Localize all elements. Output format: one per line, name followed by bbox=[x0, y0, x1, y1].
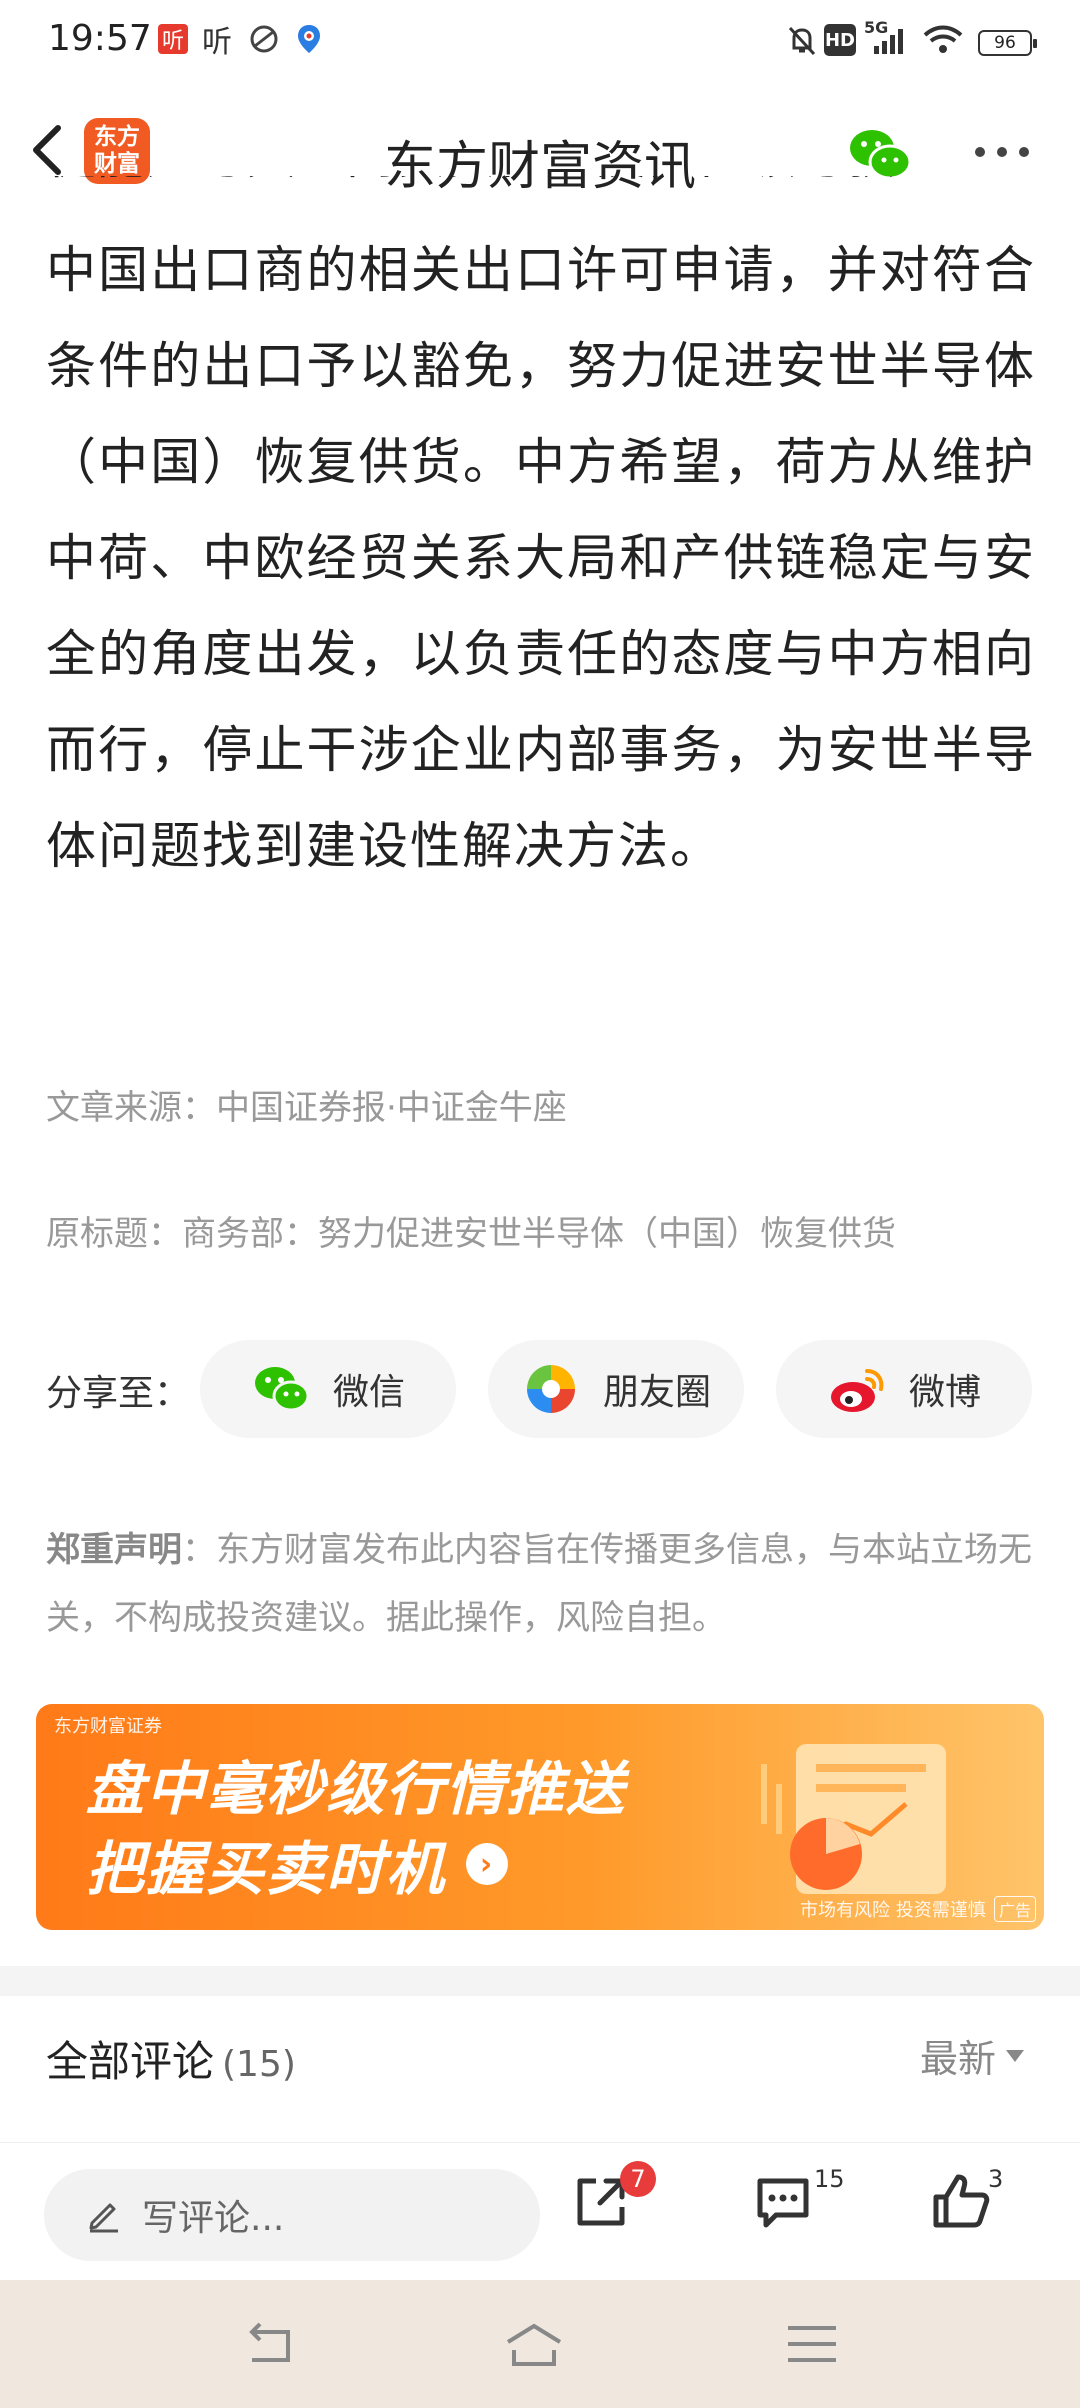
article-source: 文章来源：中国证券报·中证金牛座 bbox=[46, 1088, 567, 1128]
caret-down-icon bbox=[1006, 2049, 1025, 2062]
disclaimer-text: ：东方财富发布此内容旨在传播更多信息，与本站立场无关，不构成投资建议。据此操作，… bbox=[46, 1530, 1032, 1638]
system-nav-bar bbox=[0, 2280, 1080, 2408]
original-title: 原标题：商务部：努力促进安世半导体（中国）恢复供货 bbox=[46, 1214, 896, 1254]
ad-label: 广告 bbox=[994, 1896, 1037, 1922]
share-weibo-button[interactable]: 微博 bbox=[776, 1340, 1032, 1438]
sort-label: 最新 bbox=[920, 2037, 997, 2081]
system-home-icon[interactable] bbox=[504, 2320, 564, 2370]
banner-brand: 东方财富证券 bbox=[54, 1716, 162, 1737]
share-badge: 7 bbox=[620, 2161, 656, 2197]
comments-title: 全部评论 bbox=[46, 2037, 215, 2086]
disclaimer: 郑重声明：东方财富发布此内容旨在传播更多信息，与本站立场无关，不构成投资建议。据… bbox=[46, 1516, 1036, 1652]
wechat-icon bbox=[254, 1367, 310, 1412]
like-action-button[interactable]: 3 bbox=[930, 2165, 1003, 2251]
share-moments-label: 朋友圈 bbox=[602, 1372, 711, 1413]
system-menu-icon[interactable] bbox=[782, 2320, 842, 2370]
share-wechat-button[interactable]: 微信 bbox=[200, 1340, 456, 1438]
moments-icon bbox=[526, 1365, 575, 1413]
section-divider bbox=[0, 1966, 1080, 1996]
comments-heading: 全部评论 (15) bbox=[46, 2028, 296, 2089]
ting-outline-icon: 听 bbox=[202, 25, 232, 60]
share-action-button[interactable]: 7 bbox=[570, 2161, 656, 2251]
wifi-icon bbox=[923, 25, 963, 53]
article-cut-line: 徒能是与具全问实实在起展，但领与获 bbox=[46, 176, 1036, 222]
pencil-icon bbox=[89, 2203, 118, 2233]
ting-app-icon: 听 bbox=[158, 24, 188, 54]
hd-icon: HD bbox=[824, 24, 856, 56]
mute-bell-icon bbox=[788, 26, 816, 56]
leaf-icon bbox=[248, 22, 280, 56]
comments-count: (15) bbox=[222, 2044, 296, 2085]
location-pin-icon bbox=[294, 22, 324, 56]
share-label: 分享至： bbox=[46, 1373, 191, 1414]
disclaimer-title: 郑重声明 bbox=[46, 1530, 182, 1570]
article-cut-text: 徒能是与具全问实实在起展，但领与获 bbox=[46, 176, 1036, 204]
share-wechat-label: 微信 bbox=[332, 1372, 405, 1413]
signal-5g-icon: 5G bbox=[864, 18, 908, 56]
banner-headline-1: 盘中毫秒级行情推送 bbox=[86, 1755, 627, 1823]
status-time: 19:57 bbox=[48, 18, 152, 59]
banner-headline-2: 把握买卖时机 › bbox=[86, 1822, 509, 1906]
status-bar: 19:57 听 听 HD 5G 96 bbox=[0, 0, 1080, 80]
banner-arrow-icon: › bbox=[466, 1843, 509, 1885]
bottom-action-bar: 写评论... 7 15 3 bbox=[0, 2142, 1080, 2281]
comment-action-button[interactable]: 15 bbox=[752, 2165, 845, 2251]
article-body: 中国出口商的相关出口许可申请，并对符合条件的出口予以豁免，努力促进安世半导体（中… bbox=[46, 241, 1036, 875]
banner-risk-note: 市场有风险 投资需谨慎 bbox=[800, 1900, 986, 1921]
system-back-icon[interactable] bbox=[240, 2320, 300, 2370]
write-comment-placeholder: 写评论... bbox=[142, 2198, 285, 2239]
more-options-icon[interactable] bbox=[972, 142, 1032, 162]
battery-icon: 96 bbox=[978, 30, 1037, 56]
comment-count: 15 bbox=[814, 2165, 845, 2193]
banner-document-illustration bbox=[761, 1744, 946, 1894]
comment-bubble-icon bbox=[757, 2178, 809, 2228]
share-moments-button[interactable]: 朋友圈 bbox=[488, 1340, 744, 1438]
wechat-share-icon[interactable] bbox=[846, 124, 912, 184]
like-count: 3 bbox=[988, 2165, 1004, 2193]
promo-banner[interactable]: 东方财富证券 盘中毫秒级行情推送 把握买卖时机 › 市场有风险 投资需谨慎 广告 bbox=[36, 1704, 1044, 1930]
thumbs-up-icon bbox=[933, 2174, 990, 2228]
weibo-icon bbox=[830, 1369, 884, 1412]
banner-headline-2-text: 把握买卖时机 bbox=[86, 1835, 447, 1903]
share-weibo-label: 微博 bbox=[908, 1372, 981, 1413]
comments-sort-dropdown[interactable]: 最新 bbox=[920, 2028, 1025, 2083]
write-comment-input[interactable]: 写评论... bbox=[44, 2169, 540, 2261]
